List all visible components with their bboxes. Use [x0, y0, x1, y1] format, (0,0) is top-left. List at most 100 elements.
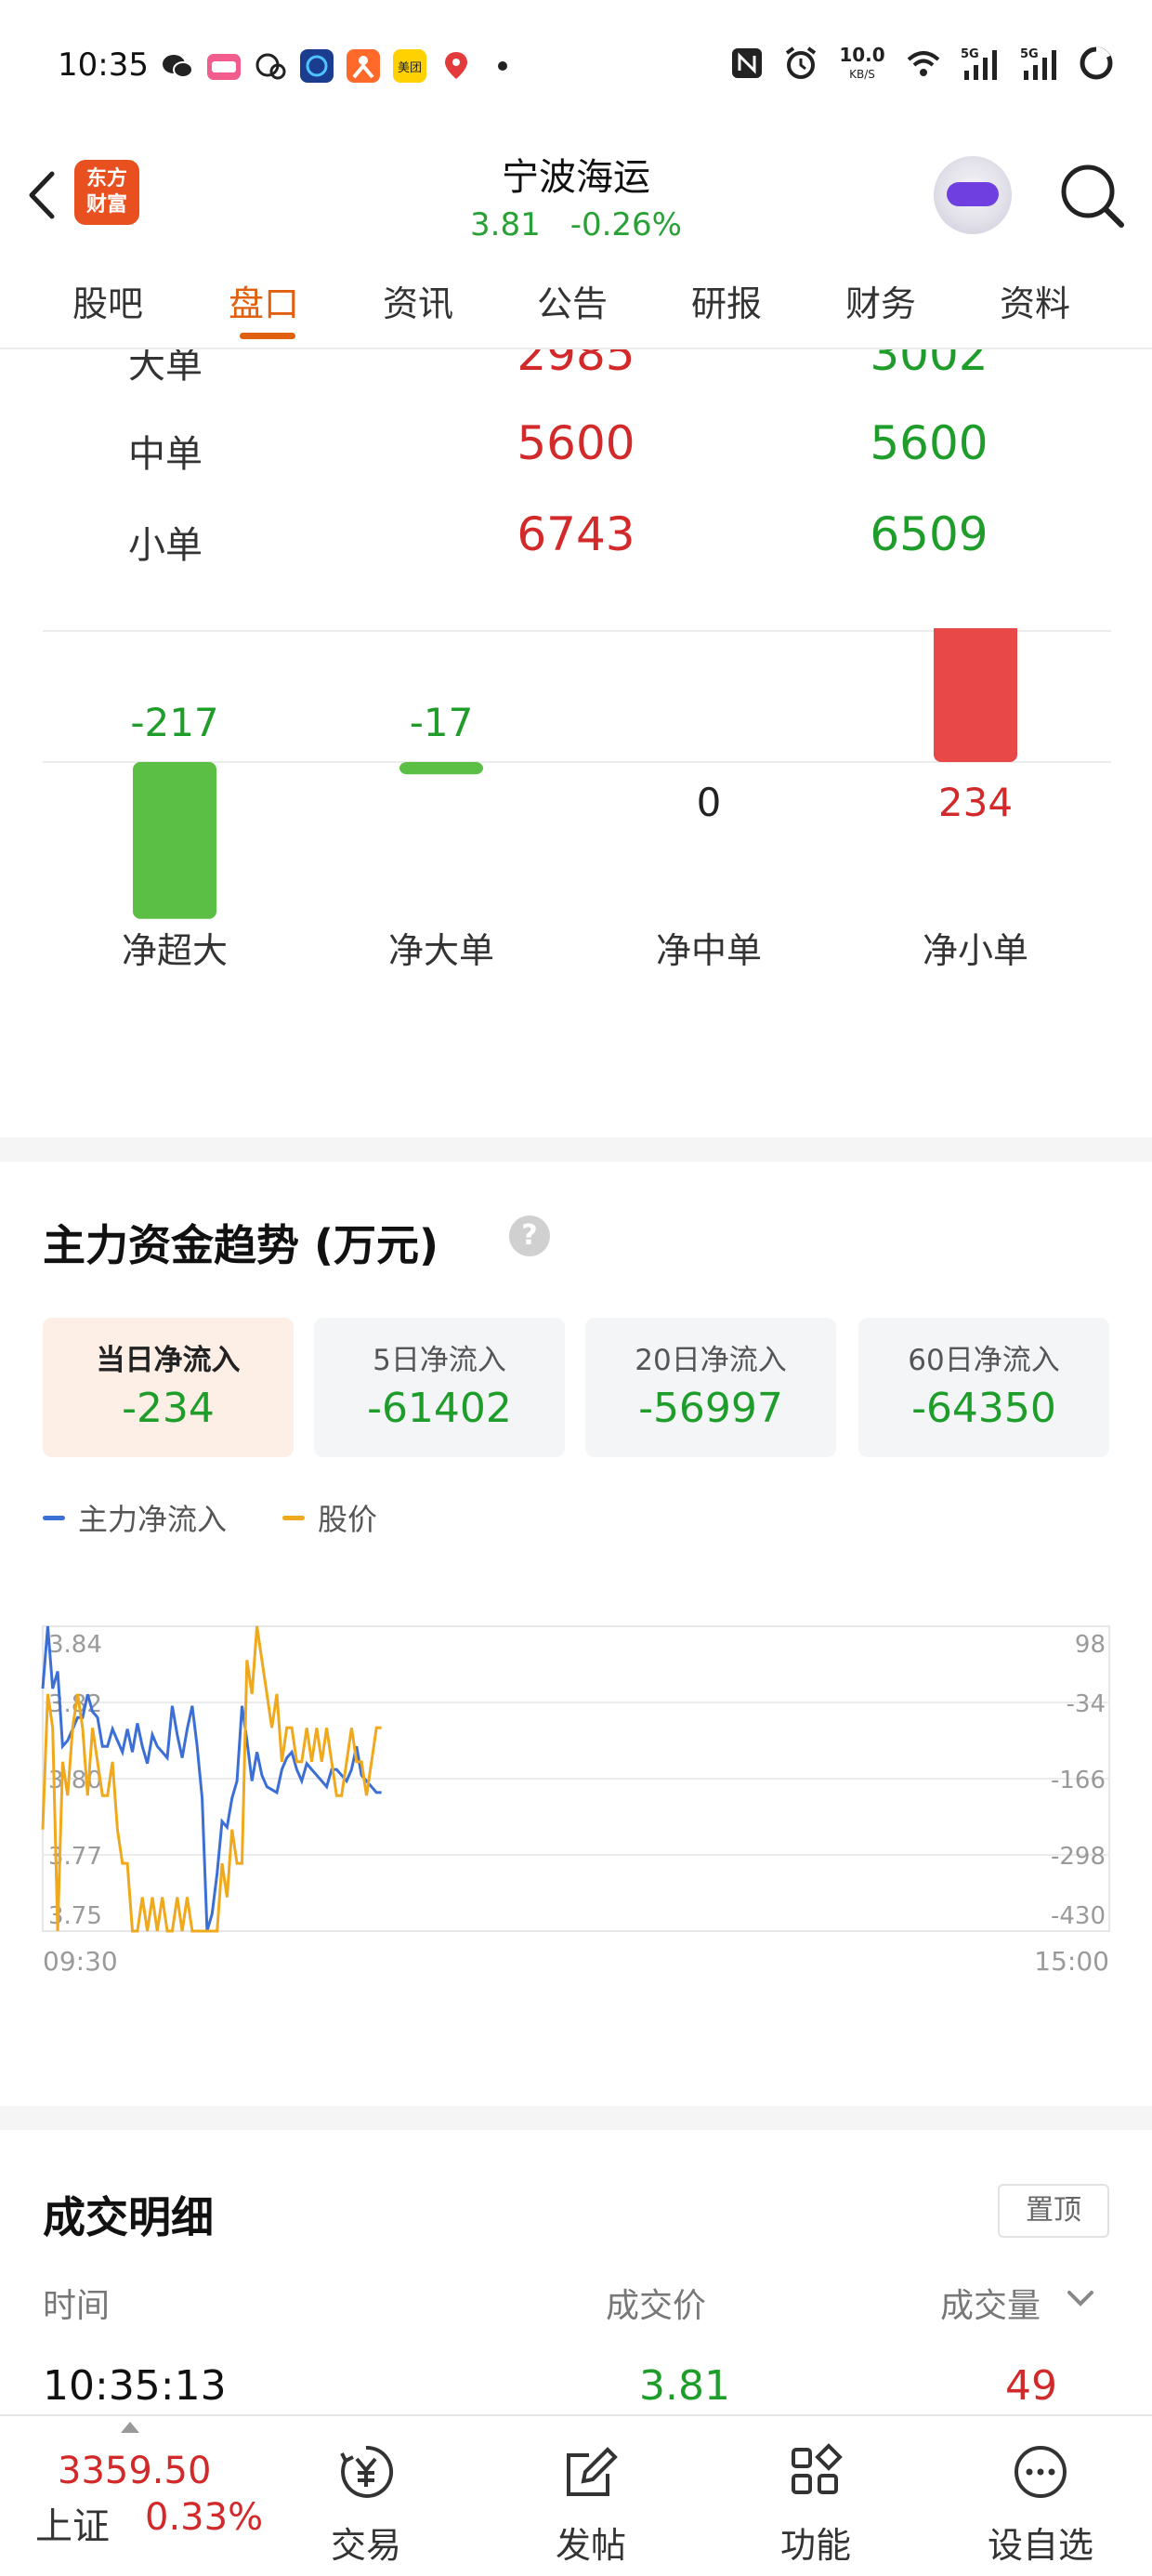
- wechat-icon: [163, 55, 193, 78]
- index-pct: 0.33%: [145, 2496, 264, 2539]
- order-inflow: 2985: [517, 349, 635, 381]
- stock-change-pct: -0.26%: [569, 206, 682, 243]
- bar-category-label: 净超大: [122, 930, 228, 971]
- order-outflow: 3002: [870, 349, 988, 381]
- fund-trend-chart[interactable]: 3.84 98 3.82 -34 3.80 -166 3.77 -298 3.75 -430 09:…: [0, 1552, 1152, 2054]
- bottom-item-label: 功能: [779, 2525, 851, 2566]
- system-icons: 10.0 KB/S 5G 5G: [728, 45, 1115, 82]
- net-order-bar-chart: -217 净超大 -17 净大单 0 净中单 234 净小单: [0, 628, 1152, 1019]
- app-blue-icon: [300, 49, 334, 83]
- tab-pankou[interactable]: 盘口: [229, 275, 299, 326]
- net-speed-unit: KB/S: [849, 68, 875, 81]
- order-row-label: 小单: [128, 524, 203, 567]
- chat-bubble-icon: [255, 53, 286, 80]
- order-stats-card: 大单 2985 3002 中单 5600 5600 小单 6743 6509 -…: [0, 349, 1152, 1137]
- x-tick: 15:00: [1034, 1946, 1109, 1977]
- tab-bar: 股吧 盘口 资讯 公告 研报 财务 资料: [0, 253, 1152, 349]
- flow-box-60day[interactable]: 60日净流入 -64350: [858, 1318, 1109, 1457]
- order-row-label: 大单: [128, 349, 203, 387]
- signal-icon: 5G: [961, 47, 997, 80]
- status-bar: 10:35 美团 10.0 KB/S 5G 5G: [0, 0, 1152, 139]
- y-right-tick: -34: [1067, 1690, 1106, 1718]
- bottom-item-watchlist[interactable]: 设自选: [966, 2424, 1115, 2572]
- trend-legend: 主力净流入 股价: [43, 1496, 377, 1539]
- wifi-icon: [907, 51, 940, 76]
- dot-icon: [498, 61, 507, 71]
- pin-top-button[interactable]: 置顶: [998, 2184, 1109, 2238]
- flow-box-20day[interactable]: 20日净流入 -56997: [585, 1318, 836, 1457]
- index-name: 上证: [35, 2505, 110, 2548]
- tab-finance[interactable]: 财务: [845, 275, 916, 326]
- bottom-item-label: 发帖: [555, 2525, 626, 2566]
- order-inflow: 6743: [517, 507, 635, 561]
- legend-item-main-flow: 主力净流入: [43, 1496, 227, 1539]
- y-right-tick: -298: [1051, 1843, 1106, 1871]
- bar-category-label: 净小单: [923, 930, 1028, 971]
- bottom-item-post[interactable]: 发帖: [517, 2424, 665, 2572]
- bilibili-icon: [207, 54, 241, 80]
- help-icon[interactable]: ?: [509, 1216, 550, 1256]
- index-value: 3359.50: [58, 2450, 212, 2492]
- apps-grid-icon: [792, 2443, 843, 2494]
- stock-header: 东方 财富 宁波海运 3.81 -0.26%: [0, 139, 1152, 253]
- caret-up-icon: [121, 2422, 139, 2433]
- trade-detail-title: 成交明细: [43, 2192, 214, 2242]
- robot-avatar-icon[interactable]: [934, 156, 1012, 234]
- flow-box-value: -64350: [911, 1385, 1056, 1432]
- app-orange-icon: [347, 49, 380, 83]
- nfc-icon: [732, 48, 762, 78]
- bar: [934, 628, 1017, 762]
- order-row-medium: 中单 5600 5600: [0, 405, 1152, 494]
- bar-category-label: 净大单: [388, 930, 494, 971]
- meituan-label: 美团: [398, 61, 422, 75]
- order-row-label: 中单: [128, 433, 203, 476]
- legend-item-price: 股价: [282, 1496, 377, 1539]
- net-order-bar-svg: -217 净超大 -17 净大单 0 净中单 234 净小单: [43, 628, 1111, 971]
- order-outflow: 5600: [870, 416, 988, 470]
- signal-label-2: 5G: [1020, 47, 1039, 61]
- bar: [133, 762, 216, 919]
- bar-category-label: 净中单: [656, 930, 762, 971]
- flow-box-value: -61402: [367, 1385, 512, 1432]
- trade-icon: [340, 2445, 394, 2498]
- header-time: 时间: [43, 2287, 111, 2325]
- x-tick: 09:30: [43, 1946, 118, 1977]
- y-left-tick: 3.84: [48, 1631, 102, 1659]
- flow-box-label: 5日净流入: [373, 1344, 506, 1377]
- bottom-item-label: 交易: [330, 2525, 401, 2566]
- map-pin-icon: [445, 52, 467, 79]
- flow-box-label: 60日净流入: [908, 1344, 1060, 1377]
- flow-box-5day[interactable]: 5日净流入 -61402: [314, 1318, 565, 1457]
- tab-guba[interactable]: 股吧: [72, 275, 143, 326]
- meituan-icon: 美团: [393, 49, 426, 83]
- search-icon[interactable]: [1054, 158, 1129, 232]
- trade-volume: 49: [1005, 2362, 1057, 2410]
- header-volume[interactable]: 成交量: [940, 2279, 1041, 2327]
- bar-value-label: 234: [938, 780, 1013, 825]
- net-speed-icon: 10.0 KB/S: [839, 45, 884, 81]
- bottom-item-functions[interactable]: 功能: [741, 2424, 890, 2572]
- tab-research[interactable]: 研报: [691, 275, 762, 326]
- notification-icons: 美团: [160, 48, 520, 84]
- legend-label: 主力净流入: [78, 1502, 228, 1537]
- trade-price: 3.81: [639, 2362, 730, 2410]
- net-speed-value: 10.0: [839, 45, 884, 66]
- tab-announcements[interactable]: 公告: [537, 275, 608, 326]
- chevron-down-icon[interactable]: [1065, 2284, 1096, 2312]
- flow-box-value: -234: [122, 1385, 215, 1432]
- bottom-bar: 3359.50 上证 0.33% 交易 发帖 功能 设自选: [0, 2414, 1152, 2576]
- battery-icon: [1080, 46, 1113, 80]
- tab-news[interactable]: 资讯: [383, 275, 453, 326]
- signal-icon-2: 5G: [1020, 47, 1056, 80]
- bottom-item-trade[interactable]: 交易: [292, 2424, 440, 2572]
- flow-box-value: -56997: [638, 1385, 783, 1432]
- more-icon: [1015, 2446, 1067, 2498]
- flow-box-today[interactable]: 当日净流入 -234: [43, 1318, 294, 1457]
- y-right-tick: 98: [1075, 1631, 1106, 1659]
- order-inflow: 5600: [517, 416, 635, 470]
- bar-value-label: 0: [697, 780, 722, 825]
- tab-profile[interactable]: 资料: [1000, 275, 1070, 326]
- fund-trend-svg: 3.84 983.82 -343.80 -1663.77 -2983.75 -43009:…: [41, 1625, 1110, 1977]
- signal-label-1: 5G: [961, 47, 979, 61]
- legend-swatch: [282, 1515, 306, 1520]
